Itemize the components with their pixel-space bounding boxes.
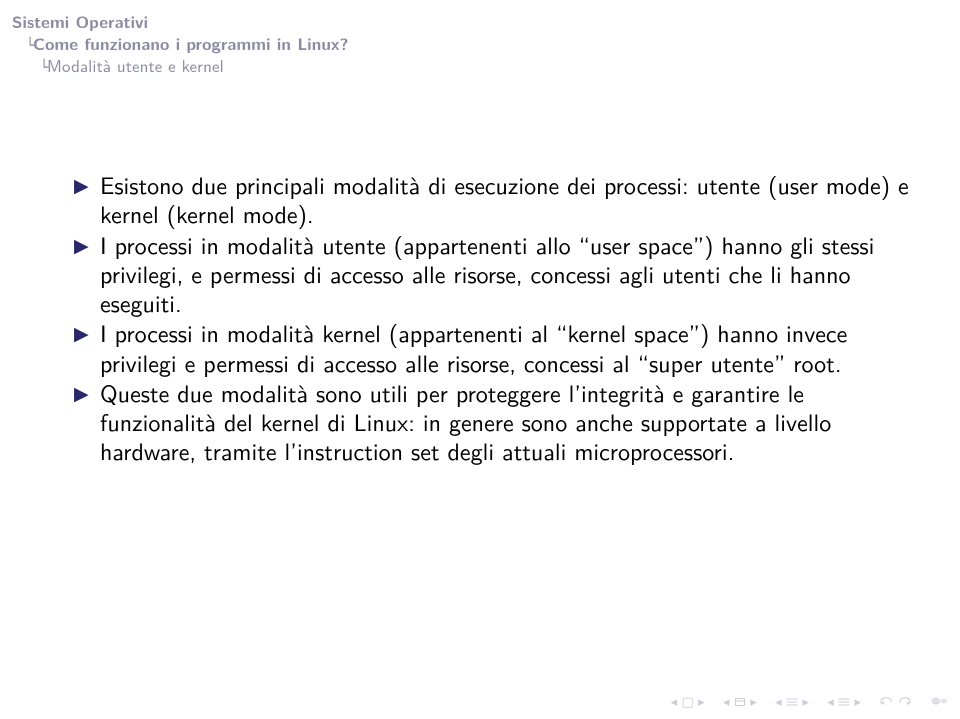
bullet-text: I processi in modalità utente (appartene… — [100, 227, 874, 321]
slide: Sistemi Operativi └ Come funzionano i pr… — [0, 0, 960, 719]
content-area: Esistono due principali modalità di esec… — [70, 170, 910, 467]
first-slide-icon[interactable]: ◂ — [671, 692, 678, 711]
bullet-item: I processi in modalità kernel (appartene… — [70, 318, 910, 377]
bullet-text: I processi in modalità kernel (appartene… — [100, 315, 847, 379]
breadcrumb: Sistemi Operativi └ Come funzionano i pr… — [12, 11, 349, 77]
nav-slide-square-icon[interactable]: □ — [682, 692, 694, 711]
prev-frame-icon[interactable]: ◂ — [827, 692, 834, 711]
next-slide-icon[interactable]: ▸ — [698, 692, 705, 711]
nav-search-group — [930, 692, 948, 711]
next-frame-icon[interactable]: ▸ — [854, 692, 861, 711]
bullet-text: Queste due modalità sono utili per prote… — [100, 375, 831, 469]
next-section-icon[interactable]: ▸ — [750, 692, 757, 711]
nav-frame-lines-icon[interactable] — [838, 692, 854, 711]
nav-section-group: ◂ ▸ — [723, 692, 761, 711]
nav-frame-group: ◂ ▸ — [827, 692, 865, 711]
breadcrumb-level-3: └ Modalità utente e kernel — [12, 55, 349, 77]
next-subsection-icon[interactable]: ▸ — [802, 692, 809, 711]
bullet-text: Esistono due principali modalità di esec… — [100, 167, 909, 231]
bullet-item: Esistono due principali modalità di esec… — [70, 170, 910, 229]
nav-subsection-lines-icon[interactable] — [786, 692, 802, 711]
forward-icon[interactable] — [898, 692, 916, 711]
prev-subsection-icon[interactable]: ◂ — [775, 692, 782, 711]
nav-section-box-icon[interactable] — [734, 692, 750, 711]
back-icon[interactable] — [879, 692, 897, 711]
bullet-item: I processi in modalità utente (appartene… — [70, 230, 910, 318]
bullet-list: Esistono due principali modalità di esec… — [70, 170, 910, 466]
breadcrumb-level-2: └ Come funzionano i programmi in Linux? — [12, 33, 349, 55]
search-icon[interactable] — [930, 692, 948, 711]
nav-history-group — [879, 692, 916, 711]
breadcrumb-level-3-label: Modalità utente e kernel — [47, 53, 224, 78]
nav-controls: ◂ □ ▸ ◂ ▸ ◂ ▸ ◂ ▸ — [657, 692, 948, 711]
bullet-item: Queste due modalità sono utili per prote… — [70, 378, 910, 466]
prev-section-icon[interactable]: ◂ — [723, 692, 730, 711]
nav-subsection-group: ◂ ▸ — [775, 692, 813, 711]
nav-slide-group: ◂ □ ▸ — [671, 692, 709, 711]
breadcrumb-level-1: Sistemi Operativi — [12, 11, 349, 33]
